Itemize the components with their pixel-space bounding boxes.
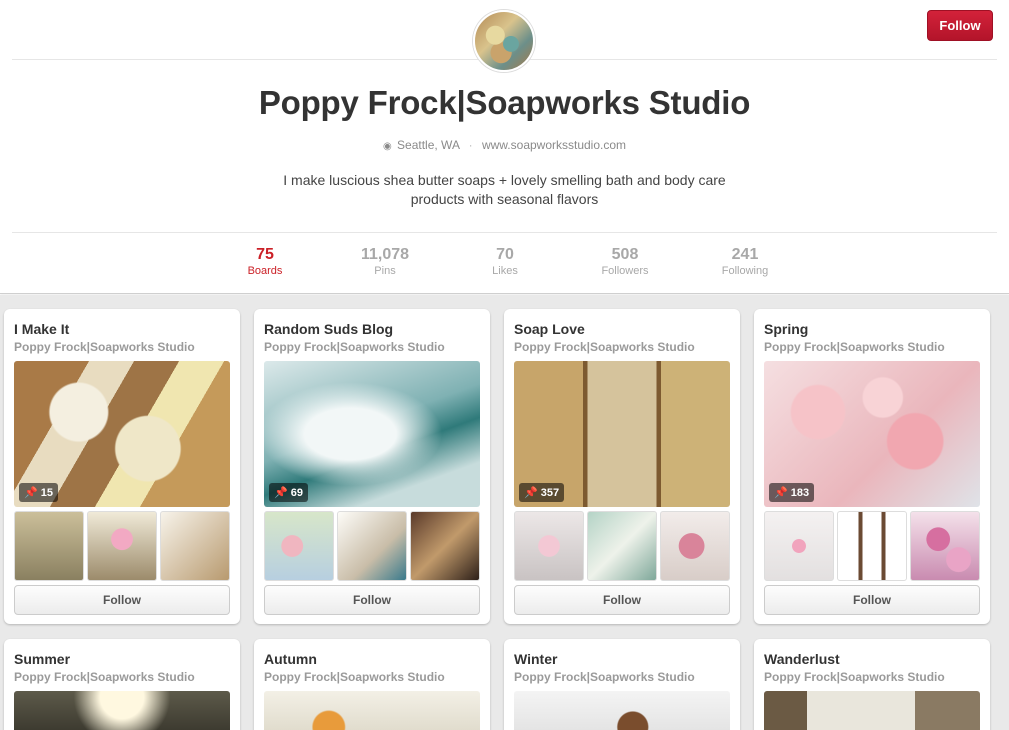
board-card[interactable]: Random Suds Blog Poppy Frock|Soapworks S… [254, 309, 490, 624]
pin-count: 357 [540, 486, 560, 499]
follow-user-button[interactable]: Follow [927, 10, 993, 41]
board-title[interactable]: Random Suds Blog [264, 321, 393, 337]
location-text: Seattle, WA [397, 138, 460, 152]
board-title[interactable]: Spring [764, 321, 808, 337]
profile-about: I make luscious shea butter soaps + love… [283, 172, 726, 207]
board-thumbnail[interactable] [87, 511, 157, 581]
board-thumbnail[interactable] [587, 511, 657, 581]
follow-board-button[interactable]: Follow [14, 585, 230, 615]
pin-count-badge: 📌 357 [519, 483, 565, 502]
follow-board-button[interactable]: Follow [764, 585, 980, 615]
location-icon: ◉ [382, 141, 392, 152]
board-title[interactable]: Winter [514, 651, 557, 667]
pin-count-badge: 📌 15 [19, 483, 58, 502]
follow-board-button[interactable]: Follow [514, 585, 730, 615]
pin-icon: 📌 [274, 487, 288, 499]
board-cover-image[interactable]: 📌 15 [14, 361, 230, 507]
board-owner[interactable]: Poppy Frock|Soapworks Studio [14, 670, 195, 684]
board-thumbnail[interactable] [910, 511, 980, 581]
board-card[interactable]: Winter Poppy Frock|Soapworks Studio [504, 639, 740, 730]
board-owner[interactable]: Poppy Frock|Soapworks Studio [514, 670, 695, 684]
board-thumbnail[interactable] [337, 511, 407, 581]
pin-count: 69 [290, 486, 303, 499]
board-thumbnails [264, 511, 480, 581]
stat-boards[interactable]: 75 Boards [215, 246, 315, 277]
profile-meta: ◉ Seattle, WA · www.soapworksstudio.com [0, 138, 1009, 152]
stat-label: Boards [247, 265, 283, 277]
boards-grid: I Make It Poppy Frock|Soapworks Studio 📌… [0, 295, 1009, 730]
board-thumbnails [764, 511, 980, 581]
board-card[interactable]: Summer Poppy Frock|Soapworks Studio [4, 639, 240, 730]
stat-label: Followers [601, 265, 649, 277]
board-owner[interactable]: Poppy Frock|Soapworks Studio [514, 340, 695, 354]
board-thumbnail[interactable] [410, 511, 480, 581]
board-thumbnail[interactable] [264, 511, 334, 581]
board-cover-image[interactable] [264, 691, 480, 730]
stat-number: 11,078 [360, 246, 410, 263]
board-title[interactable]: Autumn [264, 651, 317, 667]
board-title[interactable]: Soap Love [514, 321, 585, 337]
pin-count-badge: 📌 183 [769, 483, 815, 502]
board-owner[interactable]: Poppy Frock|Soapworks Studio [764, 670, 945, 684]
pin-count: 15 [40, 486, 53, 499]
board-card[interactable]: I Make It Poppy Frock|Soapworks Studio 📌… [4, 309, 240, 624]
board-cover-image[interactable]: 📌 357 [514, 361, 730, 507]
stat-label: Following [721, 265, 769, 277]
stats-divider [12, 232, 997, 233]
stat-number: 70 [496, 246, 514, 263]
board-card[interactable]: Wanderlust Poppy Frock|Soapworks Studio [754, 639, 990, 730]
stat-likes[interactable]: 70 Likes [455, 246, 555, 277]
board-owner[interactable]: Poppy Frock|Soapworks Studio [764, 340, 945, 354]
board-card[interactable]: Autumn Poppy Frock|Soapworks Studio [254, 639, 490, 730]
board-owner[interactable]: Poppy Frock|Soapworks Studio [14, 340, 195, 354]
board-cover-image[interactable]: 📌 183 [764, 361, 980, 507]
stat-number: 75 [256, 246, 274, 263]
board-thumbnails [514, 511, 730, 581]
pin-icon: 📌 [524, 487, 538, 499]
meta-separator: · [468, 138, 473, 152]
stat-number: 508 [611, 246, 639, 263]
board-owner[interactable]: Poppy Frock|Soapworks Studio [264, 340, 445, 354]
pin-icon: 📌 [774, 487, 788, 499]
board-thumbnail[interactable] [660, 511, 730, 581]
board-title[interactable]: I Make It [14, 321, 69, 337]
pin-icon: 📌 [24, 487, 38, 499]
profile-name: Poppy Frock|Soapworks Studio [258, 84, 751, 121]
pin-count: 183 [790, 486, 810, 499]
board-thumbnail[interactable] [764, 511, 834, 581]
board-card[interactable]: Soap Love Poppy Frock|Soapworks Studio 📌… [504, 309, 740, 624]
profile-stats: 75 Boards 11,078 Pins 70 Likes 508 Follo… [0, 246, 1009, 282]
board-title[interactable]: Wanderlust [764, 651, 840, 667]
board-cover-image[interactable] [764, 691, 980, 730]
website-link[interactable]: www.soapworksstudio.com [482, 138, 626, 152]
board-cover-image[interactable] [14, 691, 230, 730]
board-thumbnail[interactable] [837, 511, 907, 581]
board-card[interactable]: Spring Poppy Frock|Soapworks Studio 📌 183… [754, 309, 990, 624]
board-thumbnails [14, 511, 230, 581]
board-owner[interactable]: Poppy Frock|Soapworks Studio [264, 670, 445, 684]
follow-board-button[interactable]: Follow [264, 585, 480, 615]
stat-following[interactable]: 241 Following [695, 246, 795, 277]
board-title[interactable]: Summer [14, 651, 70, 667]
board-cover-image[interactable] [514, 691, 730, 730]
profile-header: Follow Poppy Frock|Soapworks Studio ◉ Se… [0, 0, 1009, 294]
stat-followers[interactable]: 508 Followers [575, 246, 675, 277]
stat-label: Pins [374, 265, 396, 277]
board-thumbnail[interactable] [14, 511, 84, 581]
board-cover-image[interactable]: 📌 69 [264, 361, 480, 507]
board-thumbnail[interactable] [514, 511, 584, 581]
stat-number: 241 [731, 246, 759, 263]
pin-count-badge: 📌 69 [269, 483, 308, 502]
stat-pins[interactable]: 11,078 Pins [335, 246, 435, 277]
board-thumbnail[interactable] [160, 511, 230, 581]
avatar[interactable] [473, 10, 535, 72]
stat-label: Likes [492, 265, 518, 277]
